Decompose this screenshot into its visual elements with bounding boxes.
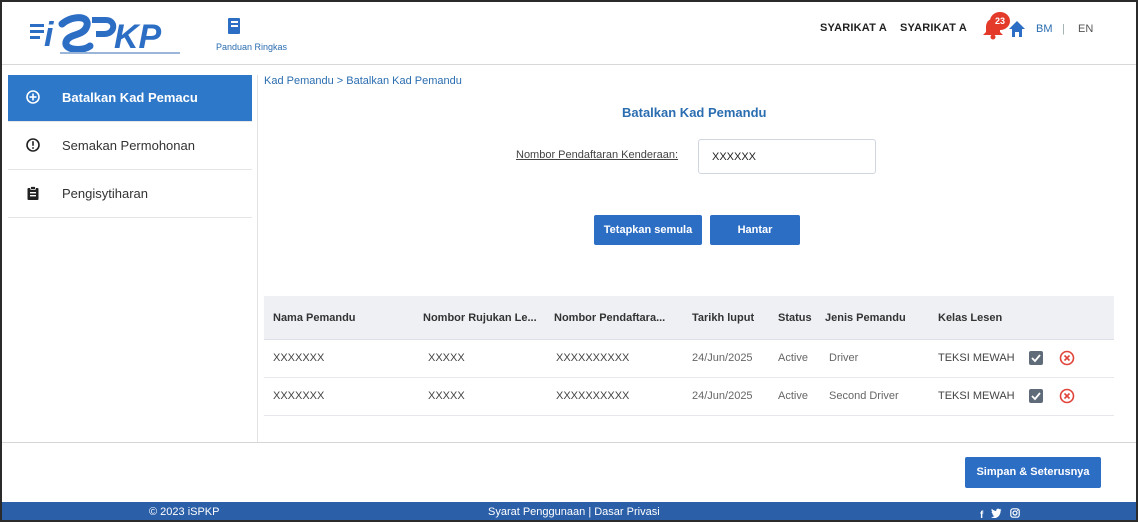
cell-status: Active: [778, 390, 808, 402]
column-header-nombor-pendaftaran[interactable]: Nombor Pendaftara...: [554, 312, 665, 324]
instagram-icon[interactable]: [1009, 508, 1020, 520]
social-links: f: [980, 506, 1024, 520]
column-header-status[interactable]: Status: [778, 312, 812, 324]
action-bar: Simpan & Seterusnya: [2, 442, 1136, 502]
ispkp-logo[interactable]: i KP: [30, 10, 210, 58]
sidebar-item-pengisytiharan[interactable]: Pengisytiharan: [8, 171, 252, 217]
clipboard-icon: [27, 186, 39, 200]
plus-circle-icon: [26, 90, 40, 104]
svg-text:i: i: [44, 16, 55, 54]
save-and-continue-button[interactable]: Simpan & Seterusnya: [965, 457, 1101, 488]
sidebar-item-semakan-permohonan[interactable]: Semakan Permohonan: [8, 123, 252, 169]
remove-circle-icon[interactable]: [1059, 388, 1075, 404]
vehicle-registration-input[interactable]: [698, 139, 876, 174]
checkbox-checked-icon[interactable]: [1029, 351, 1043, 365]
company-name-1: SYARIKAT A: [820, 22, 887, 34]
breadcrumb[interactable]: Kad Pemandu > Batalkan Kad Pemandu: [264, 75, 462, 87]
quick-guide-label: Panduan Ringkas: [216, 42, 288, 52]
column-header-kelas-lesen[interactable]: Kelas Lesen: [938, 312, 1002, 324]
footer-links: Syarat Penggunaan | Dasar Privasi: [488, 506, 660, 518]
table-horizontal-scrollbar[interactable]: [264, 430, 1114, 440]
column-header-nombor-rujukan[interactable]: Nombor Rujukan Le...: [423, 312, 537, 324]
table-row: XXXXXXX XXXXX XXXXXXXXXX 24/Jun/2025 Act…: [264, 340, 1114, 378]
page-title: Batalkan Kad Pemandu: [622, 105, 767, 120]
column-header-jenis-pemandu[interactable]: Jenis Pemandu: [825, 312, 906, 324]
sidebar-item-label: Batalkan Kad Pemacu: [62, 90, 198, 105]
home-icon[interactable]: [1008, 20, 1026, 38]
cell-jenis-pemandu: Second Driver: [829, 390, 899, 402]
language-en-link[interactable]: EN: [1078, 23, 1093, 35]
cell-tarikh-luput: 24/Jun/2025: [692, 352, 753, 364]
cell-kelas-lesen: TEKSI MEWAH: [938, 352, 1015, 364]
facebook-icon[interactable]: f: [980, 510, 983, 520]
copyright-text: © 2023 iSPKP: [149, 506, 220, 518]
cell-status: Active: [778, 352, 808, 364]
submit-button[interactable]: Hantar: [710, 215, 800, 245]
language-bm-link[interactable]: BM: [1036, 23, 1053, 35]
cell-nombor-pendaftaran: XXXXXXXXXX: [556, 352, 630, 364]
table-header: Nama Pemandu Nombor Rujukan Le... Nombor…: [264, 296, 1114, 340]
app-window: i KP Panduan Ringkas SYARIKAT A SYARIKAT…: [0, 0, 1138, 522]
alert-circle-icon: [26, 138, 40, 152]
sidebar-item-label: Pengisytiharan: [62, 186, 148, 201]
cell-nama-pemandu: XXXXXXX: [273, 390, 325, 402]
twitter-icon[interactable]: [990, 508, 1002, 520]
language-separator: |: [1062, 23, 1065, 35]
cell-kelas-lesen: TEKSI MEWAH: [938, 390, 1015, 402]
reset-button[interactable]: Tetapkan semula: [594, 215, 702, 245]
notification-count-badge: 23: [990, 12, 1010, 30]
table-row: XXXXXXX XXXXX XXXXXXXXXX 24/Jun/2025 Act…: [264, 378, 1114, 416]
column-header-tarikh-luput[interactable]: Tarikh luput: [692, 312, 754, 324]
cell-nombor-rujukan: XXXXX: [428, 352, 465, 364]
company-name-2: SYARIKAT A: [900, 22, 967, 34]
column-header-nama-pemandu[interactable]: Nama Pemandu: [273, 312, 356, 324]
footer-link-separator: |: [588, 506, 592, 518]
sidebar-divider: [8, 121, 252, 122]
checkbox-checked-icon[interactable]: [1029, 389, 1043, 403]
sidebar: Batalkan Kad Pemacu Semakan Permohonan P…: [2, 75, 258, 442]
vehicle-registration-label: Nombor Pendaftaran Kenderaan:: [516, 149, 679, 161]
cell-nombor-pendaftaran: XXXXXXXXXX: [556, 390, 630, 402]
book-icon: [228, 18, 240, 34]
cell-nombor-rujukan: XXXXX: [428, 390, 465, 402]
driver-table: Nama Pemandu Nombor Rujukan Le... Nombor…: [264, 296, 1114, 430]
cell-jenis-pemandu: Driver: [829, 352, 859, 364]
cell-nama-pemandu: XXXXXXX: [273, 352, 325, 364]
quick-guide-link[interactable]: Panduan Ringkas: [216, 18, 287, 54]
top-header: i KP Panduan Ringkas SYARIKAT A SYARIKAT…: [2, 2, 1136, 65]
ispkp-logo-mark: i KP: [30, 14, 180, 56]
sidebar-divider: [8, 217, 252, 218]
sidebar-item-label: Semakan Permohonan: [62, 138, 195, 153]
sidebar-item-batalkan-kad-pemacu[interactable]: Batalkan Kad Pemacu: [8, 75, 252, 121]
terms-link[interactable]: Syarat Penggunaan: [488, 506, 585, 518]
cell-tarikh-luput: 24/Jun/2025: [692, 390, 753, 402]
page-footer: © 2023 iSPKP Syarat Penggunaan | Dasar P…: [2, 502, 1136, 520]
sidebar-divider: [8, 169, 252, 170]
svg-text:KP: KP: [114, 18, 162, 56]
remove-circle-icon[interactable]: [1059, 350, 1075, 366]
privacy-link[interactable]: Dasar Privasi: [594, 506, 659, 518]
